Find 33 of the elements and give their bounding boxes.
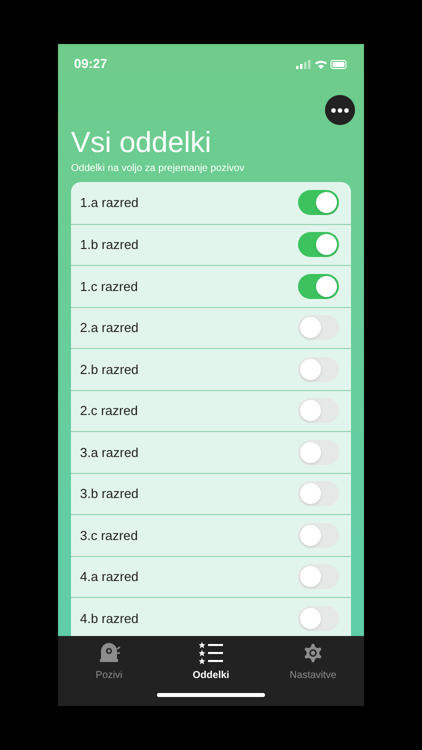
class-label: 2.b razred: [80, 360, 139, 378]
tab-bar-item[interactable]: Pozivi: [64, 641, 154, 683]
status-time: 09:27: [74, 55, 108, 74]
tab-bar-item[interactable]: Oddelki: [166, 641, 256, 683]
toggle-switch[interactable]: [298, 356, 339, 382]
bell-icon: [97, 641, 121, 665]
class-label: 1.a razred: [80, 194, 139, 212]
page-subtitle: Oddelki na voljo za prejemanje pozivov: [71, 162, 246, 176]
toggle-switch[interactable]: [298, 274, 339, 299]
toggle-switch[interactable]: [298, 190, 339, 216]
class-label: 3.b razred: [80, 485, 139, 503]
class-label: 3.a razred: [80, 444, 139, 462]
more-button[interactable]: [325, 95, 355, 125]
class-label: 1.b razred: [80, 236, 139, 254]
page-title: Vsi oddelki: [71, 126, 212, 160]
toggle-switch[interactable]: [298, 522, 339, 548]
class-label: 2.a razred: [80, 319, 139, 337]
more-icon: [331, 108, 349, 112]
class-label: 1.c razred: [80, 278, 138, 296]
status-icons: [296, 58, 348, 70]
toggle-switch[interactable]: [298, 398, 339, 424]
class-label: 4.a razred: [80, 568, 139, 586]
toggle-switch[interactable]: [298, 315, 339, 340]
toggle-switch[interactable]: [298, 481, 339, 506]
class-label: 3.c razred: [80, 526, 138, 544]
toggle-switch[interactable]: [298, 606, 339, 631]
class-label: 2.c razred: [80, 402, 138, 420]
tab-bar-item[interactable]: Nastavitve: [268, 641, 358, 683]
toggle-switch[interactable]: [298, 440, 339, 465]
class-label: 4.b razred: [80, 610, 139, 628]
starred-list-icon: [198, 641, 224, 665]
toggle-switch[interactable]: [298, 564, 339, 590]
toggle-switch[interactable]: [298, 232, 339, 258]
